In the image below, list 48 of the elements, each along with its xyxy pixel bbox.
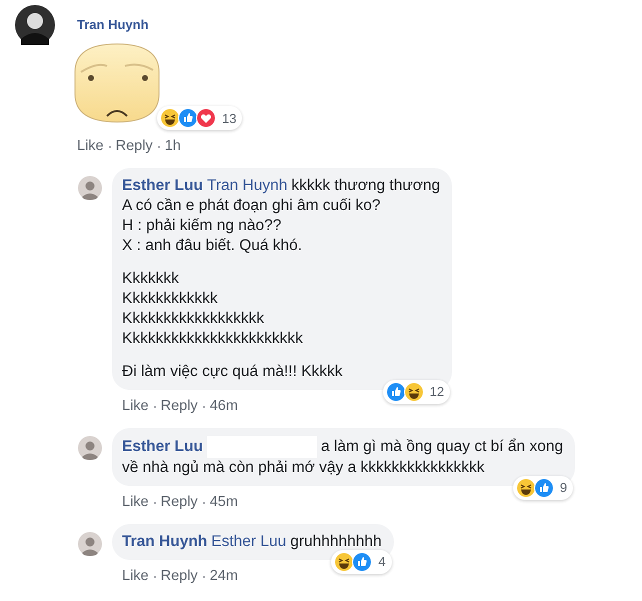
laughing-face-icon (160, 108, 180, 128)
laughing-face-icon (516, 478, 536, 498)
laughing-face-icon (334, 552, 354, 572)
mention-link[interactable]: Tran Huynh (206, 177, 288, 194)
author-link[interactable]: Esther Luu (122, 177, 203, 194)
comment-text: H : phải kiếm ng nào?? (122, 216, 282, 236)
reaction-count: 12 (430, 383, 444, 401)
reaction-count: 13 (222, 110, 236, 126)
reaction-summary[interactable]: 13 (157, 106, 242, 130)
comment-text: về nhà ngủ mà còn phải mớ vậy a kkkkkkkkkkkkkkkk (122, 458, 486, 478)
timestamp[interactable]: 24m (210, 568, 238, 584)
reaction-count: 4 (378, 553, 386, 571)
thumbs-up-icon (386, 382, 406, 402)
thumbs-up-icon (178, 108, 198, 128)
action-link[interactable]: Reply (160, 568, 198, 584)
reaction-summary[interactable]: 4 (331, 550, 392, 574)
heart-icon (196, 108, 216, 128)
reaction-summary[interactable]: 12 (382, 380, 450, 404)
comment-text: Đi làm việc cực quá mà!!! Kkkkk (122, 362, 344, 382)
comment-text: kkkkk thương thương (291, 177, 440, 194)
avatar[interactable] (15, 5, 55, 45)
action-link[interactable]: Like (122, 398, 149, 414)
comment-text: Kkkkkkkkkkkkkkkkkkkkkkk (122, 329, 304, 349)
author-link[interactable]: Tran Huynh (122, 533, 208, 550)
comment-text: gruhhhhhhhh (290, 533, 382, 550)
action-link[interactable]: Like (122, 568, 149, 584)
action-link[interactable]: Like (122, 494, 149, 510)
thumbs-up-icon (352, 552, 372, 572)
timestamp[interactable]: 45m (210, 494, 238, 510)
comment-text: Kkkkkkkkkkkkkkkkkk (122, 309, 266, 329)
comment-text: a làm gì mà ồng quay ct bí ẩn xong (320, 438, 564, 456)
timestamp[interactable]: 1h (164, 138, 181, 154)
action-link[interactable]: Reply (116, 138, 153, 154)
comment-text: Kkkkkkkkkkkk (122, 289, 219, 309)
reaction-count: 9 (560, 479, 568, 497)
action-link[interactable]: Reply (160, 398, 198, 414)
thumbs-up-icon (534, 478, 554, 498)
laughing-face-icon (404, 382, 424, 402)
comment-text: A có cần e phát đoạn ghi âm cuối ko? (122, 196, 382, 216)
author-link[interactable]: Tran Huynh (77, 17, 149, 32)
mention-link[interactable]: Esther Luu (211, 533, 286, 550)
action-link[interactable]: Reply (160, 494, 198, 510)
comment-text: Kkkkkkk (122, 269, 180, 289)
action-link[interactable]: Like (77, 138, 104, 154)
timestamp[interactable]: 46m (210, 398, 238, 414)
reaction-summary[interactable]: 9 (512, 476, 574, 500)
author-link[interactable]: Esther Luu (122, 438, 203, 456)
comment-text: X : anh đâu biết. Quá khó. (122, 236, 304, 256)
